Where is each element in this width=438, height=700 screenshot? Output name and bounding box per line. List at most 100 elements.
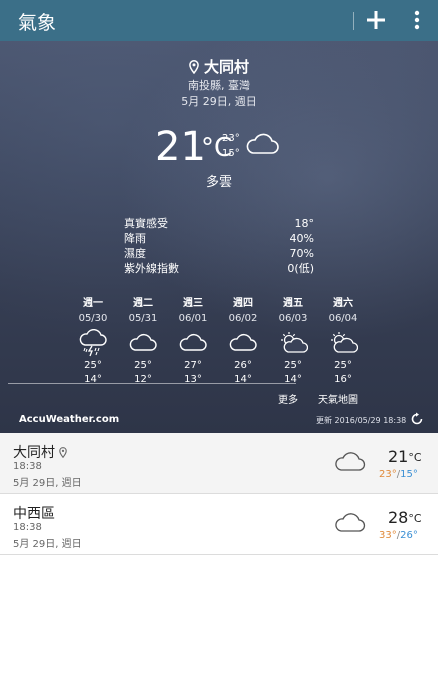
detail-row: 降雨 40% bbox=[124, 231, 314, 246]
forecast-date: 06/02 bbox=[228, 313, 258, 324]
city-name: 中西區 bbox=[13, 506, 55, 522]
forecast-weekday: 週五 bbox=[283, 298, 303, 309]
detail-label: 真實感受 bbox=[124, 217, 168, 230]
city-name: 大同村 bbox=[13, 445, 55, 461]
city-high-low: 33°/26° bbox=[379, 530, 418, 541]
forecast-weekday: 週六 bbox=[333, 298, 353, 309]
detail-value: 0(低) bbox=[287, 262, 314, 275]
app-bar-divider bbox=[353, 12, 354, 30]
forecast-day[interactable]: 週一 05/30 25° 14° bbox=[68, 297, 118, 387]
forecast-day[interactable]: 週二 05/31 25° 12° bbox=[118, 297, 168, 387]
forecast-weekday: 週二 bbox=[133, 298, 153, 309]
forecast-high: 25° bbox=[84, 360, 102, 371]
forecast-low: 16° bbox=[334, 374, 352, 385]
cloud-icon bbox=[168, 329, 218, 357]
forecast-low: 14° bbox=[234, 374, 252, 385]
partly-cloudy-icon bbox=[318, 329, 368, 357]
weather-map-link[interactable]: 天氣地圖 bbox=[318, 391, 358, 406]
current-location: 大同村 bbox=[0, 56, 438, 77]
city-list: 大同村 18:38 5月 29日, 週日 21°C 23°/15° 中西區 18… bbox=[0, 433, 438, 555]
list-item[interactable]: 中西區 18:38 5月 29日, 週日 28°C 33°/26° bbox=[0, 494, 438, 555]
thunderstorm-icon bbox=[68, 329, 118, 357]
detail-value: 70% bbox=[289, 247, 314, 260]
forecast-date: 06/04 bbox=[328, 313, 358, 324]
forecast-high: 25° bbox=[284, 360, 302, 371]
city-temperature: 28°C bbox=[388, 508, 422, 527]
forecast-date: 05/31 bbox=[128, 313, 158, 324]
forecast-date: 05/30 bbox=[78, 313, 108, 324]
forecast-low: 14° bbox=[84, 374, 102, 385]
app-bar: 氣象 bbox=[0, 0, 438, 41]
more-vert-icon bbox=[414, 10, 420, 30]
details-list: 真實感受 18° 降雨 40% 濕度 70% 紫外線指數 0(低) bbox=[124, 216, 314, 276]
city-name-wrap: 中西區 bbox=[13, 503, 55, 523]
city-time: 18:38 bbox=[13, 461, 42, 472]
forecast-date: 06/03 bbox=[278, 313, 308, 324]
city-date: 5月 29日, 週日 bbox=[13, 478, 82, 489]
detail-value: 40% bbox=[289, 232, 314, 245]
detail-label: 降雨 bbox=[124, 232, 146, 245]
detail-row: 紫外線指數 0(低) bbox=[124, 261, 314, 276]
more-link[interactable]: 更多 bbox=[278, 391, 298, 406]
refresh-button[interactable] bbox=[410, 411, 424, 430]
cloud-icon bbox=[334, 451, 366, 477]
location-pin-icon bbox=[189, 59, 199, 74]
forecast-weekday: 週四 bbox=[233, 298, 253, 309]
forecast-low: 12° bbox=[134, 374, 152, 385]
city-high: 33° bbox=[379, 530, 397, 541]
location-pin-icon bbox=[59, 446, 67, 458]
app-title: 氣象 bbox=[18, 12, 57, 34]
current-date: 5月 29日, 週日 bbox=[181, 95, 257, 108]
cloud-icon bbox=[245, 133, 279, 159]
city-temp-unit: °C bbox=[408, 451, 422, 464]
city-temp-unit: °C bbox=[408, 512, 422, 525]
detail-value: 18° bbox=[294, 217, 315, 230]
today-high: 23° bbox=[222, 133, 240, 144]
forecast-day[interactable]: 週五 06/03 25° 14° bbox=[268, 297, 318, 387]
cloud-icon bbox=[118, 329, 168, 357]
detail-row: 濕度 70% bbox=[124, 246, 314, 261]
overflow-menu-button[interactable] bbox=[405, 6, 429, 34]
detail-row: 真實感受 18° bbox=[124, 216, 314, 231]
forecast-weekday: 週三 bbox=[183, 298, 203, 309]
location-region: 南投縣, 臺灣 bbox=[188, 79, 250, 92]
accuweather-logo[interactable]: AccuWeather.com bbox=[19, 414, 119, 425]
list-item[interactable]: 大同村 18:38 5月 29日, 週日 21°C 23°/15° bbox=[0, 433, 438, 494]
forecast-divider bbox=[8, 383, 296, 384]
detail-label: 紫外線指數 bbox=[124, 262, 179, 275]
forecast-high: 27° bbox=[184, 360, 202, 371]
city-high: 23° bbox=[379, 469, 397, 480]
forecast-high: 25° bbox=[334, 360, 352, 371]
forecast-low: 14° bbox=[284, 374, 302, 385]
forecast-high: 25° bbox=[134, 360, 152, 371]
cloud-icon bbox=[218, 329, 268, 357]
forecast-low: 13° bbox=[184, 374, 202, 385]
forecast-high: 26° bbox=[234, 360, 252, 371]
add-location-button[interactable] bbox=[362, 6, 390, 34]
city-low: 26° bbox=[400, 530, 418, 541]
refresh-icon bbox=[411, 412, 423, 425]
forecast-day[interactable]: 週六 06/04 25° 16° bbox=[318, 297, 368, 387]
detail-label: 濕度 bbox=[124, 247, 146, 260]
forecast-day[interactable]: 週三 06/01 27° 13° bbox=[168, 297, 218, 387]
city-date: 5月 29日, 週日 bbox=[13, 539, 82, 550]
city-name-wrap: 大同村 bbox=[13, 442, 67, 462]
updated-timestamp: 更新 2016/05/29 18:38 bbox=[316, 416, 407, 425]
current-weather-panel: 大同村 南投縣, 臺灣 5月 29日, 週日 21 °C 23° 15° 多雲 … bbox=[0, 41, 438, 433]
forecast-day[interactable]: 週四 06/02 26° 14° bbox=[218, 297, 268, 387]
today-low: 15° bbox=[222, 148, 240, 159]
city-time: 18:38 bbox=[13, 522, 42, 533]
plus-icon bbox=[367, 11, 385, 29]
city-low: 15° bbox=[400, 469, 418, 480]
city-temperature: 21°C bbox=[388, 447, 422, 466]
city-high-low: 23°/15° bbox=[379, 469, 418, 480]
partly-cloudy-icon bbox=[268, 329, 318, 357]
cloud-icon bbox=[334, 512, 366, 538]
forecast-weekday: 週一 bbox=[83, 298, 103, 309]
current-temperature: 21 bbox=[155, 124, 206, 170]
location-name: 大同村 bbox=[203, 58, 249, 76]
city-temp-value: 21 bbox=[388, 447, 409, 466]
city-temp-value: 28 bbox=[388, 508, 409, 527]
condition-text: 多雲 bbox=[205, 175, 232, 190]
forecast-date: 06/01 bbox=[178, 313, 208, 324]
